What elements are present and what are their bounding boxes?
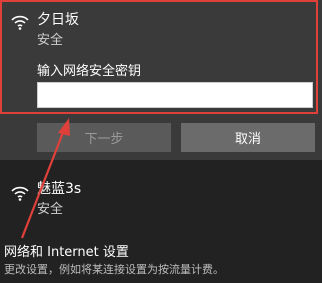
network-settings-link[interactable]: 网络和 Internet 设置 <box>4 241 129 260</box>
cancel-button[interactable]: 取消 <box>181 123 315 152</box>
wifi-flyout: 夕日坂 安全 输入网络安全密钥 下一步 取消 魅蓝3s 安全 网络和 Inter… <box>0 0 322 283</box>
network-settings-description: 更改设置，例如将某连接设置为按流量计费。 <box>4 263 224 276</box>
network-status: 安全 <box>37 202 64 217</box>
next-button[interactable]: 下一步 <box>37 123 171 152</box>
highlight-annotation <box>0 0 318 114</box>
wifi-icon <box>11 186 29 201</box>
network-name: 魅蓝3s <box>37 181 82 197</box>
